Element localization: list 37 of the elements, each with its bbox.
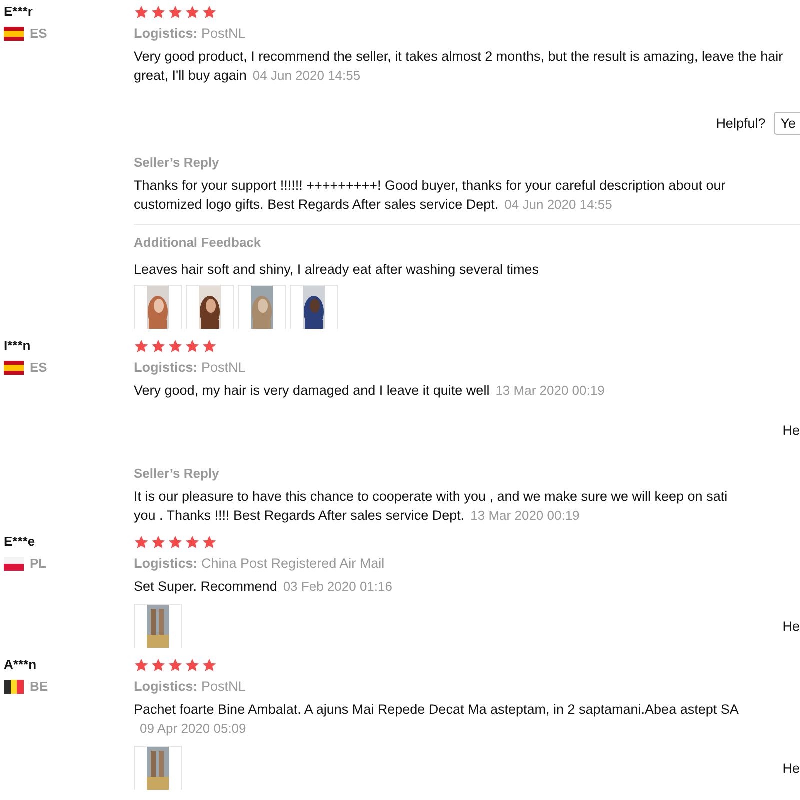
photo-thumbnail[interactable]	[134, 285, 182, 329]
helpful-label: He	[782, 760, 800, 776]
reviewer-name: I***n	[4, 338, 32, 355]
photo-thumbnail[interactable]	[134, 746, 182, 790]
country-code: PL	[30, 556, 47, 571]
country-code: ES	[30, 360, 48, 375]
section-title: Seller’s Reply	[134, 466, 220, 481]
logistics-info: Logistics: PostNL	[134, 360, 247, 375]
country-code: ES	[30, 26, 48, 41]
review-text: Set Super. Recommend 03 Feb 2020 01:16	[134, 578, 394, 596]
photo-thumbnail[interactable]	[186, 285, 234, 329]
section-title: Seller’s Reply	[134, 155, 220, 170]
helpful-label: He	[782, 618, 800, 634]
country-code: BE	[30, 679, 48, 694]
photo-thumbnail[interactable]	[238, 285, 286, 329]
section-title: Additional Feedback	[134, 235, 262, 250]
reviewer-name: E***e	[4, 534, 36, 551]
review-text: Pachet foarte Bine Ambalat. A ajuns Mai Repede Decat Ma asteptam, in 2 saptamani.Abea astept SA 09 Apr 2020 05:09	[134, 701, 740, 738]
review-text: Very good, my hair is very damaged and I leave it quite well 13 Mar 2020 00:19	[134, 382, 606, 400]
helpful-label: Helpful?	[716, 116, 766, 130]
flag-icon	[4, 26, 24, 40]
flag-icon	[4, 556, 24, 570]
flag-icon	[4, 680, 24, 694]
logistics-info: Logistics: PostNL	[134, 26, 247, 41]
photo-thumbnail[interactable]	[134, 604, 182, 648]
logistics-info: Logistics: PostNL	[134, 679, 247, 694]
yes-button[interactable]: Ye	[774, 112, 800, 134]
reviewer-name: E***r	[4, 4, 34, 21]
feedback-text: Leaves hair soft and shiny, I already eat after washing several times	[134, 262, 540, 277]
flag-icon	[4, 360, 24, 374]
logistics-info: Logistics: China Post Registered Air Mail	[134, 556, 386, 571]
photo-thumbnail[interactable]	[290, 285, 338, 329]
reply-text: Thanks for your support !!!!!! +++++++++! Good buyer, thanks for your careful description about our customized logo gifts. Best Regards After sales service Dept. 04 Jun 2020 14:55	[134, 177, 727, 214]
review-text: Very good product, I recommend the seller, it takes almost 2 months, but the result is amazing, leave the hair great, I'll buy again 04 Jun 2020 14:55	[134, 48, 784, 85]
reply-text: It is our pleasure to have this chance to cooperate with you , and we make sure we will keep on sati you . Thanks !!!! Best Regards After sales service Dept. 13 Mar 2020 00:19	[134, 488, 729, 525]
reviewer-name: A***n	[4, 657, 38, 674]
helpful-label: He	[782, 422, 800, 438]
